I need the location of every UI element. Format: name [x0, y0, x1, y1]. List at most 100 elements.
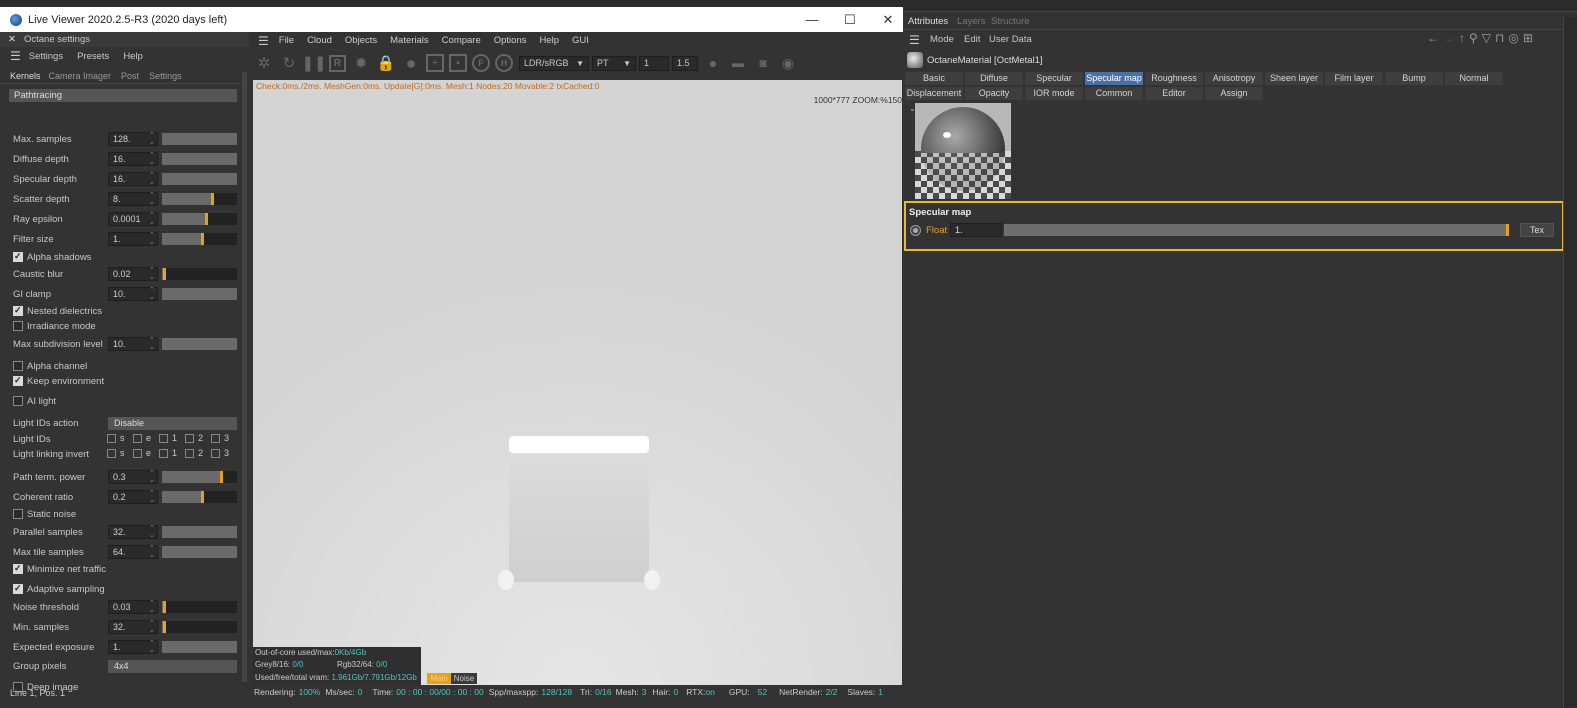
coherent-ratio-input[interactable]: 0.2 — [108, 490, 158, 504]
minimize-button[interactable]: — — [793, 7, 831, 32]
parallel-samples-input[interactable]: 32. — [108, 525, 158, 539]
tab-settings[interactable]: Settings — [149, 71, 182, 81]
max-subdivision-input[interactable]: 10. — [108, 337, 158, 351]
menu-help[interactable]: Help — [540, 35, 560, 46]
new-panel-icon[interactable]: ⊞ — [1523, 31, 1533, 45]
min-samples-input[interactable]: 32. — [108, 620, 158, 634]
back-arrow-icon[interactable]: ← — [1427, 31, 1439, 45]
pause-icon[interactable]: ❚❚ — [301, 53, 326, 73]
float-slider[interactable] — [1004, 224, 1509, 236]
alpha-shadows-checkbox[interactable] — [13, 251, 23, 262]
ai-light-checkbox[interactable] — [13, 396, 23, 406]
main-button[interactable]: Main — [427, 673, 451, 684]
channel-tab-5[interactable]: Anisotropy — [1205, 72, 1263, 85]
menu-gui[interactable]: GUI — [572, 35, 589, 46]
light-ids-checkbox-0[interactable] — [107, 434, 116, 443]
slider-handle[interactable] — [205, 213, 208, 225]
channel-tab-0[interactable]: Basic — [905, 72, 963, 85]
setting-3-slider[interactable] — [162, 193, 237, 205]
slider-handle[interactable] — [220, 471, 223, 483]
slider-handle[interactable] — [163, 621, 166, 633]
tab-kernels[interactable]: Kernels — [10, 71, 41, 81]
menu-edit[interactable]: Edit — [964, 34, 980, 45]
light-ids-checkbox-3[interactable] — [185, 434, 194, 443]
keep-environment-checkbox[interactable] — [13, 375, 23, 386]
sphere-icon[interactable]: ● — [401, 53, 421, 73]
gi-clamp-input[interactable]: 10. — [108, 287, 158, 301]
float-value-input[interactable]: 1. — [950, 223, 1002, 237]
noise-threshold-slider[interactable] — [162, 601, 237, 613]
close-panel-icon[interactable]: ✕ — [8, 34, 16, 45]
menu-cloud[interactable]: Cloud — [307, 35, 332, 46]
slider-handle[interactable] — [1506, 224, 1509, 236]
lock-icon[interactable]: ⊓ — [1495, 31, 1504, 45]
material-preview[interactable] — [915, 103, 1011, 199]
setting-5-slider[interactable] — [162, 233, 237, 245]
add-region-icon[interactable]: + — [426, 54, 444, 72]
value2-stepper[interactable]: 1.5 — [672, 55, 698, 71]
caustic-blur-input[interactable]: 0.02 — [108, 267, 158, 281]
noise-button[interactable]: Noise — [451, 673, 477, 684]
render-viewport[interactable]: Check:0ms./2ms. MeshGen:0ms. Update[G]:0… — [253, 80, 902, 685]
capture-icon[interactable]: ◉ — [778, 53, 798, 73]
box-region-icon[interactable]: ▪ — [449, 54, 467, 72]
expected-exposure-input[interactable]: 1. — [108, 640, 158, 654]
light-ids-checkbox-1[interactable] — [133, 434, 142, 443]
menu-options[interactable]: Options — [494, 35, 527, 46]
tab-attributes[interactable]: Attributes — [908, 16, 948, 27]
light-linking-invert-checkbox-4[interactable] — [211, 449, 220, 458]
hdr-picker-icon[interactable]: H — [495, 54, 513, 72]
tex-button[interactable]: Tex — [1520, 223, 1554, 237]
noise-threshold-input[interactable]: 0.03 — [108, 600, 158, 614]
irradiance-mode-checkbox[interactable] — [13, 321, 23, 331]
setting-2-input[interactable]: 16. — [108, 172, 158, 186]
search-icon[interactable]: ⚲ — [1469, 31, 1478, 45]
menu-materials[interactable]: Materials — [390, 35, 429, 46]
channel-tab2-1[interactable]: Opacity — [965, 87, 1023, 100]
setting-5-input[interactable]: 1. — [108, 232, 158, 246]
camera-icon[interactable]: ◙ — [753, 53, 773, 73]
region-render-icon[interactable]: R — [329, 54, 346, 72]
channel-tab-9[interactable]: Normal — [1445, 72, 1503, 85]
menu-help[interactable]: Help — [123, 51, 143, 62]
window-titlebar[interactable]: Live Viewer 2020.2.5-R3 (2020 days left)… — [0, 7, 906, 32]
filter-icon[interactable]: ▽ — [1482, 31, 1491, 45]
parallel-samples-slider[interactable] — [162, 526, 237, 538]
path-term-power-input[interactable]: 0.3 — [108, 470, 158, 484]
tab-post[interactable]: Post — [121, 71, 139, 81]
setting-1-slider[interactable] — [162, 153, 237, 165]
menu-file[interactable]: File — [279, 35, 294, 46]
menu-compare[interactable]: Compare — [442, 35, 481, 46]
setting-2-slider[interactable] — [162, 173, 237, 185]
hamburger-menu-icon[interactable]: ☰ — [909, 33, 920, 47]
slider-handle[interactable] — [211, 193, 214, 205]
tab-camera-imager[interactable]: Camera Imager — [49, 71, 112, 81]
setting-3-input[interactable]: 8. — [108, 192, 158, 206]
close-button[interactable]: ✕ — [869, 7, 906, 32]
channel-tab-6[interactable]: Sheen layer — [1265, 72, 1323, 85]
send-scene-icon[interactable]: ✲ — [254, 53, 274, 73]
light-ids-action-select[interactable]: Disable — [108, 417, 237, 430]
expected-exposure-slider[interactable] — [162, 641, 237, 653]
light-linking-invert-checkbox-0[interactable] — [107, 449, 116, 458]
setting-4-input[interactable]: 0.0001 — [108, 212, 158, 226]
light-ids-checkbox-4[interactable] — [211, 434, 220, 443]
hamburger-menu-icon[interactable]: ☰ — [10, 49, 21, 63]
tab-structure[interactable]: Structure — [991, 16, 1030, 27]
static-noise-checkbox[interactable] — [13, 509, 23, 519]
target-icon[interactable]: ◎ — [1508, 31, 1518, 45]
focus-picker-icon[interactable]: F — [472, 54, 490, 72]
menu-settings[interactable]: Settings — [29, 51, 63, 62]
max-tile-samples-input[interactable]: 64. — [108, 545, 158, 559]
value1-stepper[interactable]: 1 — [639, 55, 669, 71]
light-linking-invert-checkbox-2[interactable] — [159, 449, 168, 458]
menu-presets[interactable]: Presets — [77, 51, 109, 62]
light-linking-invert-checkbox-1[interactable] — [133, 449, 142, 458]
slider-handle[interactable] — [163, 268, 166, 280]
max-subdivision-slider[interactable] — [162, 338, 237, 350]
channel-tab-2[interactable]: Specular — [1025, 72, 1083, 85]
gi-clamp-slider[interactable] — [162, 288, 237, 300]
setting-0-input[interactable]: 128. — [108, 132, 158, 146]
slider-handle[interactable] — [200, 233, 204, 245]
min-samples-slider[interactable] — [162, 621, 237, 633]
